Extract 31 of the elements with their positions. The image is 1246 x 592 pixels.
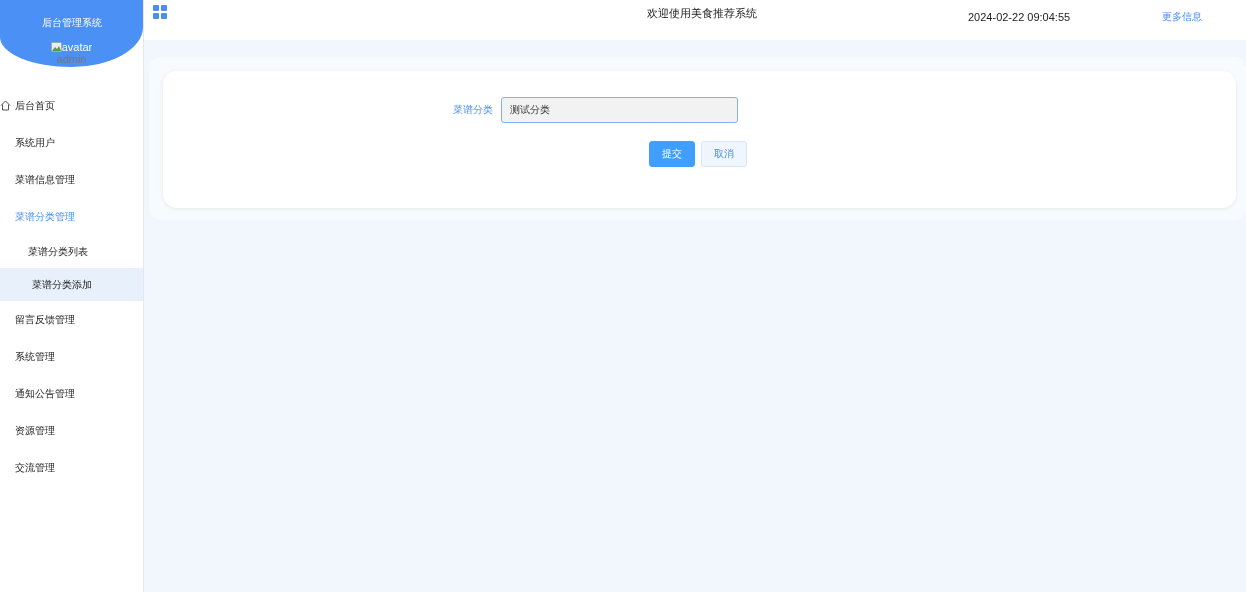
submenu-item[interactable]: 菜谱分类添加 xyxy=(0,268,143,301)
menu-item[interactable]: 交流管理 xyxy=(0,449,143,486)
menu-item-label: 留言反馈管理 xyxy=(15,312,75,327)
menu-item-label: 菜谱信息管理 xyxy=(15,172,75,187)
app-title: 后台管理系统 xyxy=(41,16,102,30)
menu-item-label: 系统管理 xyxy=(15,349,55,364)
submenu-item[interactable]: 菜谱分类列表 xyxy=(0,235,143,268)
avatar-image: avatar xyxy=(50,41,93,53)
menu-item[interactable]: 菜谱分类管理 xyxy=(0,198,143,235)
menu-item-label: 系统用户 xyxy=(15,135,55,150)
menu-item[interactable]: 系统用户 xyxy=(0,124,143,161)
menu-item[interactable]: 菜谱信息管理 xyxy=(0,161,143,198)
more-info-link[interactable]: 更多信息 xyxy=(1162,10,1202,24)
username: admin xyxy=(56,53,87,65)
menu-item[interactable]: 资源管理 xyxy=(0,412,143,449)
home-icon xyxy=(0,100,11,111)
welcome-text: 欢迎使用美食推荐系统 xyxy=(647,6,757,21)
menu-item-label: 通知公告管理 xyxy=(15,386,75,401)
menu-item[interactable]: 系统管理 xyxy=(0,338,143,375)
menu-item-label: 交流管理 xyxy=(15,460,55,475)
menu-icon[interactable] xyxy=(153,5,167,19)
field-label: 菜谱分类 xyxy=(453,103,493,117)
menu-item[interactable]: 后台首页 xyxy=(0,87,143,124)
menu-item[interactable]: 留言反馈管理 xyxy=(0,301,143,338)
datetime-text: 2024-02-22 09:04:55 xyxy=(968,11,1071,23)
input-field[interactable]: 测试分类 xyxy=(501,97,738,123)
menu-item-label: 资源管理 xyxy=(15,423,55,438)
menu-item-label: 后台首页 xyxy=(15,98,55,113)
menu-item[interactable]: 通知公告管理 xyxy=(0,375,143,412)
menu-item-label: 菜谱分类管理 xyxy=(15,209,75,224)
broken-image-icon xyxy=(50,42,62,52)
